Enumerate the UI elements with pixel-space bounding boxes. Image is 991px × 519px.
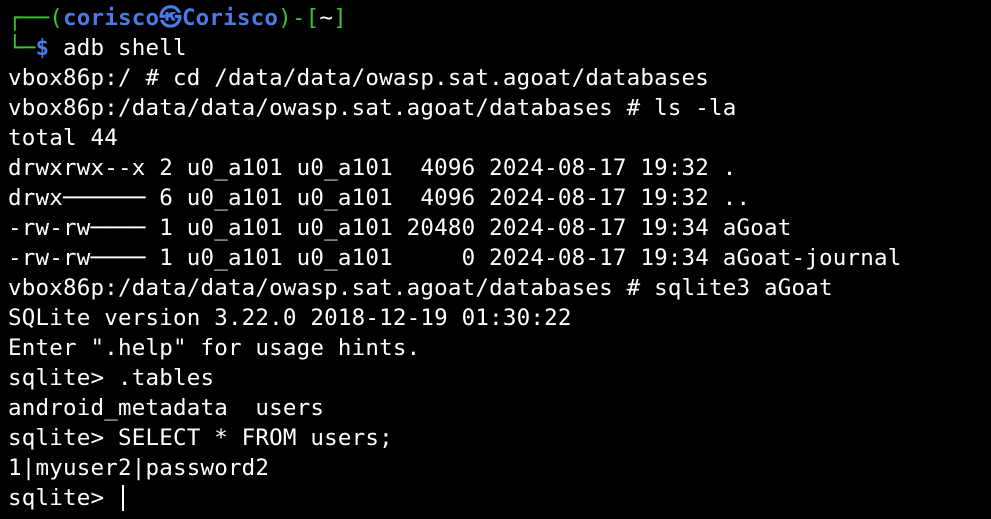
sqlite-prompt: sqlite> — [8, 485, 118, 511]
output-line: vbox86p:/data/data/owasp.sat.agoat/datab… — [8, 95, 737, 121]
prompt-user: corisco — [63, 5, 160, 31]
prompt-cwd: ~ — [319, 5, 334, 31]
output-line: -rw-rw──── 1 u0_a101 u0_a101 20480 2024-… — [8, 215, 792, 241]
output-line: sqlite> SELECT * FROM users; — [8, 425, 393, 451]
output-line: 1|myuser2|password2 — [8, 455, 270, 481]
output-line: sqlite> .tables — [8, 365, 215, 391]
prompt-corner-top: ┌──( — [8, 5, 63, 31]
output-line: android_metadata users — [8, 395, 325, 421]
output-line: vbox86p:/data/data/owasp.sat.agoat/datab… — [8, 275, 833, 301]
text-cursor — [121, 485, 124, 511]
prompt-mid: )-[ — [278, 5, 320, 31]
prompt-header-line: ┌──(corisco㉿Corisco)-[~] — [8, 3, 991, 33]
output-line: vbox86p:/ # cd /data/data/owasp.sat.agoa… — [8, 65, 710, 91]
terminal-window[interactable]: ┌──(corisco㉿Corisco)-[~] └─$ adb shell v… — [0, 0, 991, 519]
prompt-at-symbol: ㉿ — [159, 5, 182, 31]
prompt-command: adb shell — [49, 35, 187, 61]
output-line: drwx────── 6 u0_a101 u0_a101 4096 2024-0… — [8, 185, 751, 211]
prompt-dollar: $ — [35, 35, 50, 61]
prompt-host: Corisco — [181, 5, 279, 31]
output-line: total 44 — [8, 125, 118, 151]
prompt-command-line: └─$ adb shell — [8, 33, 991, 63]
output-line: -rw-rw──── 1 u0_a101 u0_a101 0 2024-08-1… — [8, 245, 902, 271]
prompt-end: ] — [333, 5, 347, 31]
output-line: Enter ".help" for usage hints. — [8, 335, 421, 361]
current-input-line[interactable]: sqlite> — [8, 483, 991, 513]
output-line: SQLite version 3.22.0 2018-12-19 01:30:2… — [8, 305, 572, 331]
output-line: drwxrwx--x 2 u0_a101 u0_a101 4096 2024-0… — [8, 155, 737, 181]
prompt-corner-bottom: └─ — [8, 35, 36, 61]
